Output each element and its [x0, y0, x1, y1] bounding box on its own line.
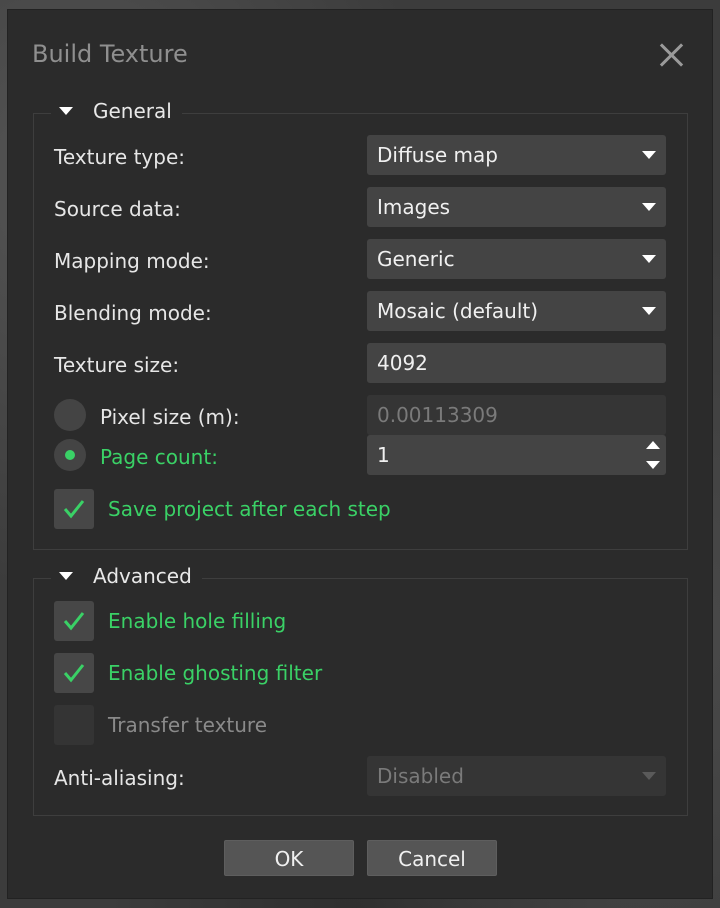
radio-selected-dot	[65, 450, 75, 460]
page-count-radio[interactable]	[54, 439, 86, 471]
save-project-label: Save project after each step	[108, 497, 391, 521]
mapping-mode-select[interactable]: Generic	[367, 239, 666, 279]
dropdown-arrow-icon	[642, 772, 656, 780]
collapse-triangle-icon	[59, 107, 73, 115]
spin-down-arrow-icon[interactable]	[646, 461, 660, 469]
page-count-label: Page count:	[100, 445, 218, 469]
general-group-header[interactable]: General	[51, 98, 182, 124]
dropdown-arrow-icon	[642, 203, 656, 211]
page-count-spinbox[interactable]: 1	[367, 435, 666, 475]
pixel-size-radio[interactable]	[54, 399, 86, 431]
texture-type-value: Diffuse map	[377, 143, 498, 167]
ghosting-filter-label: Enable ghosting filter	[108, 661, 323, 685]
close-icon[interactable]	[656, 40, 686, 70]
spin-up-arrow-icon[interactable]	[646, 441, 660, 449]
anti-aliasing-select: Disabled	[367, 756, 666, 796]
dialog-title: Build Texture	[32, 40, 188, 68]
collapse-triangle-icon	[59, 572, 73, 580]
advanced-group-header[interactable]: Advanced	[51, 563, 202, 589]
blending-mode-label: Blending mode:	[54, 301, 212, 325]
texture-type-select[interactable]: Diffuse map	[367, 135, 666, 175]
checkmark-icon	[63, 612, 85, 631]
pixel-size-label: Pixel size (m):	[100, 405, 240, 429]
general-group-title: General	[93, 99, 172, 123]
pixel-size-input: 0.00113309	[367, 395, 666, 435]
blending-mode-value: Mosaic (default)	[377, 299, 539, 323]
dropdown-arrow-icon	[642, 307, 656, 315]
checkmark-icon	[63, 664, 85, 683]
source-data-value: Images	[377, 195, 451, 219]
anti-aliasing-label: Anti-aliasing:	[54, 766, 185, 790]
general-group	[33, 113, 688, 550]
checkmark-icon	[63, 500, 85, 519]
build-texture-dialog: Build Texture General Texture type: Diff…	[7, 9, 713, 899]
ghosting-filter-checkbox[interactable]	[54, 653, 94, 693]
advanced-group-title: Advanced	[93, 564, 192, 588]
pixel-size-value: 0.00113309	[377, 403, 498, 427]
hole-filling-checkbox[interactable]	[54, 601, 94, 641]
mapping-mode-value: Generic	[377, 247, 455, 271]
texture-size-value: 4092	[377, 351, 428, 375]
hole-filling-label: Enable hole filling	[108, 609, 287, 633]
cancel-button[interactable]: Cancel	[367, 840, 497, 876]
source-data-select[interactable]: Images	[367, 187, 666, 227]
page-count-value: 1	[377, 443, 390, 467]
transfer-texture-checkbox	[54, 705, 94, 745]
blending-mode-select[interactable]: Mosaic (default)	[367, 291, 666, 331]
dropdown-arrow-icon	[642, 151, 656, 159]
transfer-texture-label: Transfer texture	[108, 713, 268, 737]
ok-button[interactable]: OK	[224, 840, 354, 876]
source-data-label: Source data:	[54, 197, 181, 221]
dropdown-arrow-icon	[642, 255, 656, 263]
anti-aliasing-value: Disabled	[377, 764, 464, 788]
mapping-mode-label: Mapping mode:	[54, 249, 210, 273]
texture-size-input[interactable]: 4092	[367, 343, 666, 383]
texture-type-label: Texture type:	[54, 145, 185, 169]
save-project-checkbox[interactable]	[54, 489, 94, 529]
texture-size-label: Texture size:	[54, 353, 180, 377]
